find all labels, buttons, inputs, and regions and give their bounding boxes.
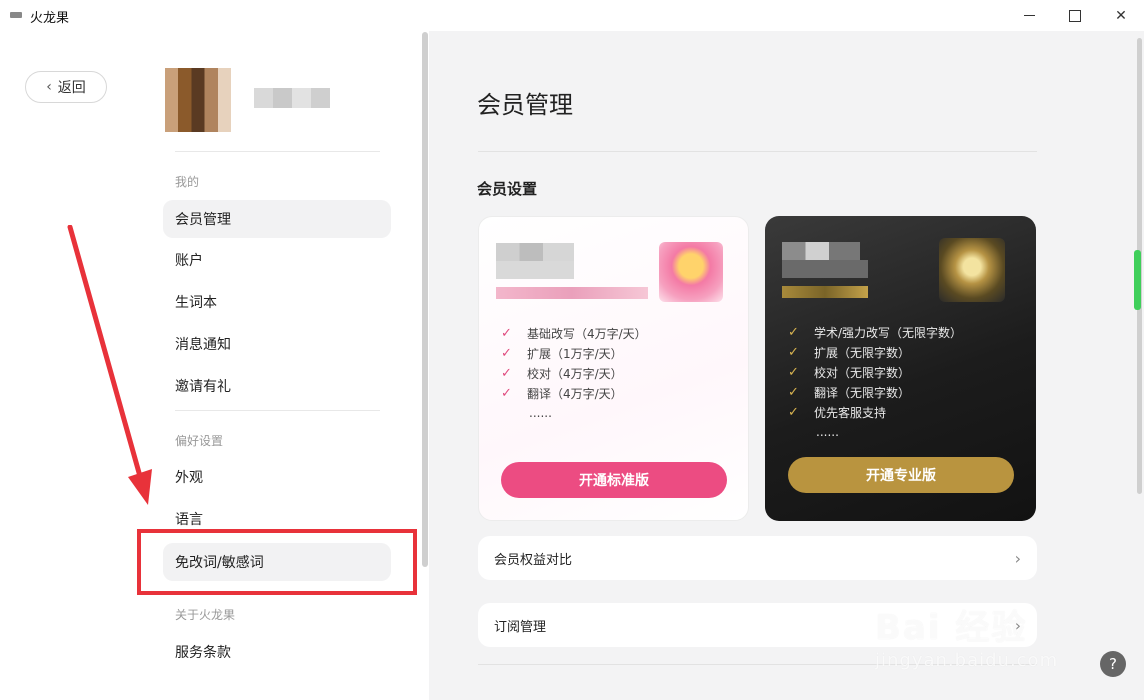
sidebar-item-notifications[interactable]: 消息通知 bbox=[163, 325, 391, 363]
feature-label: 扩展（无限字数） bbox=[814, 345, 911, 360]
sidebar-item-label: 账户 bbox=[175, 253, 203, 269]
row-label: 会员权益对比 bbox=[494, 552, 573, 568]
check-icon: ✓ bbox=[501, 385, 512, 401]
divider bbox=[175, 151, 380, 152]
feature-label: 校对（4万字/天） bbox=[527, 366, 623, 381]
help-button[interactable]: ? bbox=[1100, 651, 1126, 677]
sidebar-scrollbar[interactable] bbox=[422, 32, 428, 567]
check-icon: ✓ bbox=[501, 345, 512, 361]
check-icon: ✓ bbox=[788, 324, 799, 340]
check-icon: ✓ bbox=[788, 384, 799, 400]
list-item: ✓ 扩展（1万字/天） bbox=[501, 343, 647, 363]
chevron-right-icon: › bbox=[1014, 548, 1021, 568]
divider bbox=[478, 151, 1037, 152]
watermark-url: jingyan.baidu.com bbox=[875, 650, 1059, 671]
sidebar-item-label: 邀请有礼 bbox=[175, 379, 231, 395]
benefits-compare-row[interactable]: 会员权益对比 › bbox=[478, 536, 1037, 580]
feature-ellipsis: ...... bbox=[529, 406, 552, 420]
back-button-label: 返回 bbox=[57, 80, 86, 96]
sidebar-item-label: 外观 bbox=[175, 470, 203, 486]
maximize-icon bbox=[1069, 9, 1081, 22]
back-button[interactable]: ‹ 返回 bbox=[25, 71, 107, 103]
watermark-logo: Bai 经验 bbox=[875, 608, 1028, 648]
plan-name-blurred bbox=[782, 260, 868, 278]
sidebar-item-label: 语言 bbox=[175, 512, 203, 528]
title-bar: 火龙果 ✕ bbox=[0, 0, 1144, 31]
minimize-button[interactable] bbox=[1006, 0, 1052, 31]
feature-label: 翻译（4万字/天） bbox=[527, 386, 623, 401]
plan-price-blurred bbox=[496, 287, 648, 299]
open-standard-button[interactable]: 开通标准版 bbox=[501, 462, 727, 498]
feature-label: 优先客服支持 bbox=[814, 405, 887, 420]
feature-list: ✓ 基础改写（4万字/天） ✓ 扩展（1万字/天） ✓ 校对（4万字/天） ✓ 翻译（4… bbox=[501, 323, 647, 423]
feature-ellipsis: ...... bbox=[816, 425, 839, 439]
list-item: ✓ 优先客服支持 bbox=[788, 402, 962, 422]
crown-icon bbox=[939, 238, 1005, 302]
section-label-prefs: 偏好设置 bbox=[175, 434, 224, 448]
check-icon: ✓ bbox=[788, 344, 799, 360]
sidebar-item-membership[interactable]: 会员管理 bbox=[163, 200, 391, 238]
annotation-highlight-box bbox=[137, 529, 417, 595]
row-label: 订阅管理 bbox=[494, 619, 547, 635]
list-item: ✓ 翻译（无限字数） bbox=[788, 382, 962, 402]
close-button[interactable]: ✕ bbox=[1098, 0, 1144, 31]
plan-price-blurred bbox=[782, 286, 868, 298]
check-icon: ✓ bbox=[501, 325, 512, 341]
section-title: 会员设置 bbox=[477, 180, 538, 198]
list-item: ✓ 校对（4万字/天） bbox=[501, 363, 647, 383]
diamond-icon bbox=[659, 242, 723, 302]
sidebar-item-label: 消息通知 bbox=[175, 337, 231, 353]
section-label-about: 关于火龙果 bbox=[175, 608, 236, 622]
app-logo-icon bbox=[10, 12, 22, 18]
maximize-button[interactable] bbox=[1052, 0, 1098, 31]
list-item: ✓ 校对（无限字数） bbox=[788, 362, 962, 382]
plan-name-blurred bbox=[782, 242, 860, 260]
feature-label: 学术/强力改写（无限字数） bbox=[814, 325, 963, 340]
feature-label: 基础改写（4万字/天） bbox=[527, 326, 647, 341]
minimize-icon bbox=[1023, 15, 1035, 16]
list-item: ✓ 学术/强力改写（无限字数） bbox=[788, 322, 962, 342]
sidebar-item-appearance[interactable]: 外观 bbox=[163, 458, 391, 496]
check-icon: ✓ bbox=[788, 404, 799, 420]
divider bbox=[175, 410, 380, 411]
feature-label: 扩展（1万字/天） bbox=[527, 346, 623, 361]
page-title: 会员管理 bbox=[477, 91, 573, 119]
annotation-arrow-icon bbox=[67, 225, 152, 505]
sidebar-item-label: 生词本 bbox=[175, 295, 217, 311]
plan-name-blurred bbox=[496, 243, 574, 261]
open-pro-button[interactable]: 开通专业版 bbox=[788, 457, 1014, 493]
standard-plan-card: ✓ 基础改写（4万字/天） ✓ 扩展（1万字/天） ✓ 校对（4万字/天） ✓ 翻译（4… bbox=[478, 216, 749, 521]
check-icon: ✓ bbox=[501, 365, 512, 381]
sidebar-item-label: 服务条款 bbox=[175, 645, 231, 661]
avatar bbox=[165, 68, 231, 132]
feature-label: 校对（无限字数） bbox=[814, 365, 911, 380]
sidebar-item-invite[interactable]: 邀请有礼 bbox=[163, 367, 391, 405]
sidebar-item-label: 会员管理 bbox=[175, 212, 231, 228]
username-blurred bbox=[254, 88, 330, 108]
section-label-mine: 我的 bbox=[175, 175, 200, 189]
pro-plan-card: ✓ 学术/强力改写（无限字数） ✓ 扩展（无限字数） ✓ 校对（无限字数） ✓ 翻译（无… bbox=[765, 216, 1036, 521]
plan-name-blurred bbox=[496, 261, 574, 279]
sidebar-item-vocabulary[interactable]: 生词本 bbox=[163, 283, 391, 321]
feature-list: ✓ 学术/强力改写（无限字数） ✓ 扩展（无限字数） ✓ 校对（无限字数） ✓ 翻译（无… bbox=[788, 322, 962, 442]
feature-label: 翻译（无限字数） bbox=[814, 385, 911, 400]
scroll-indicator bbox=[1134, 250, 1141, 310]
close-icon: ✕ bbox=[1115, 7, 1127, 24]
list-item: ✓ 翻译（4万字/天） bbox=[501, 383, 647, 403]
window-title: 火龙果 bbox=[30, 11, 70, 26]
sidebar-item-terms[interactable]: 服务条款 bbox=[163, 633, 391, 671]
list-item: ✓ 基础改写（4万字/天） bbox=[501, 323, 647, 343]
chevron-left-icon: ‹ bbox=[46, 79, 52, 95]
check-icon: ✓ bbox=[788, 364, 799, 380]
sidebar-item-account[interactable]: 账户 bbox=[163, 241, 391, 279]
list-item: ✓ 扩展（无限字数） bbox=[788, 342, 962, 362]
